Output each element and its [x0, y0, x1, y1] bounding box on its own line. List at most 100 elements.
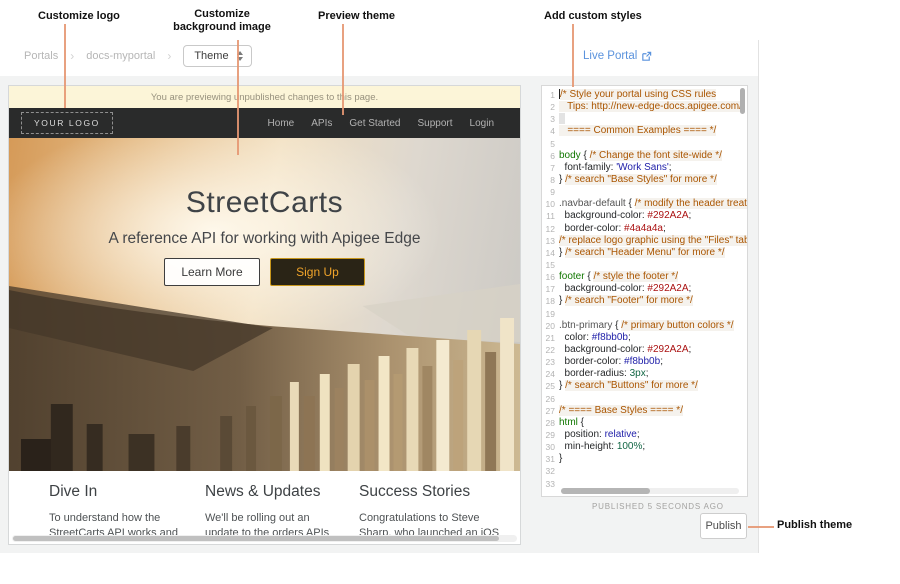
portal-nav-link[interactable]: Support — [418, 118, 453, 129]
code-line[interactable]: 18} /* search "Footer" for more */ — [542, 295, 747, 307]
line-number: 11 — [542, 210, 559, 222]
portal-nav-link[interactable]: Login — [470, 118, 494, 129]
breadcrumb: Portals › docs-myportal › Theme — [24, 44, 252, 68]
code-line[interactable]: 25} /* search "Buttons" for more */ — [542, 380, 747, 392]
code-line[interactable]: 27/* ==== Base Styles ==== */ — [542, 405, 747, 417]
line-number: 31 — [542, 453, 559, 465]
code-line[interactable]: 28html { — [542, 417, 747, 429]
theme-select[interactable]: Theme — [183, 45, 251, 67]
line-number: 17 — [542, 283, 559, 295]
code-line[interactable]: 17 background-color: #292A2A; — [542, 283, 747, 295]
portal-preview-pane[interactable]: You are previewing unpublished changes t… — [8, 85, 521, 545]
code-line[interactable]: 19 — [542, 308, 747, 320]
code-line[interactable]: 24 border-radius: 3px; — [542, 368, 747, 380]
line-number: 33 — [542, 478, 559, 490]
publish-button[interactable]: Publish — [700, 513, 747, 539]
unpublished-changes-banner: You are previewing unpublished changes t… — [9, 86, 520, 108]
learn-more-button[interactable]: Learn More — [164, 258, 260, 286]
callout-line-logo — [64, 24, 66, 108]
annotation-add-custom-styles: Add custom styles — [544, 10, 642, 22]
sign-up-button[interactable]: Sign Up — [270, 258, 365, 286]
line-number: 21 — [542, 332, 559, 344]
code-line[interactable]: 31} — [542, 453, 747, 465]
line-number: 7 — [542, 162, 559, 174]
line-number: 12 — [542, 223, 559, 235]
portal-section: News & UpdatesWe'll be rolling out anupd… — [205, 483, 329, 541]
line-number: 9 — [542, 186, 559, 198]
code-line[interactable]: 5 — [542, 138, 747, 150]
code-line[interactable]: 32 — [542, 465, 747, 477]
preview-horizontal-scrollbar[interactable] — [12, 535, 517, 542]
css-code-editor[interactable]: 1/* Style your portal using CSS rules2 T… — [541, 85, 748, 497]
code-line[interactable]: 22 background-color: #292A2A; — [542, 344, 747, 356]
code-line[interactable]: 1/* Style your portal using CSS rules — [542, 89, 747, 101]
editor-scrollbar-thumb[interactable] — [561, 488, 650, 494]
breadcrumb-separator-icon: › — [70, 49, 74, 63]
code-line[interactable]: 2 Tips: http://new-edge-docs.apigee.com/ — [542, 101, 747, 113]
portal-section: Success StoriesCongratulations to SteveS… — [359, 483, 499, 541]
line-number: 27 — [542, 405, 559, 417]
annotation-publish-theme: Publish theme — [777, 519, 852, 531]
theme-editor-page: Customize logo Customize background imag… — [0, 0, 900, 584]
breadcrumb-portal-name[interactable]: docs-myportal — [86, 50, 155, 62]
line-number: 28 — [542, 417, 559, 429]
code-line[interactable]: 30 min-height: 100%; — [542, 441, 747, 453]
portal-navbar: YOUR LOGO Home APIs Get Started Support Logi… — [9, 108, 520, 138]
callout-line-preview — [342, 24, 344, 115]
line-number: 3 — [542, 113, 559, 125]
line-number: 10 — [542, 198, 559, 210]
code-line[interactable]: 26 — [542, 393, 747, 405]
external-link-icon — [641, 51, 652, 62]
preview-scrollbar-thumb[interactable] — [13, 536, 499, 541]
code-line[interactable]: 20.btn-primary { /* primary button color… — [542, 320, 747, 332]
city-skyline-image — [9, 256, 520, 471]
panel-divider — [758, 40, 759, 553]
code-line[interactable]: 7 font-family: 'Work Sans'; — [542, 162, 747, 174]
code-line[interactable]: 9 — [542, 186, 747, 198]
callout-line-publish — [748, 526, 774, 528]
line-number: 23 — [542, 356, 559, 368]
live-portal-link[interactable]: Live Portal — [583, 50, 652, 62]
banner-text: You are previewing unpublished changes t… — [151, 92, 378, 103]
portal-subtitle: A reference API for working with Apigee … — [9, 230, 520, 248]
line-number: 2 — [542, 101, 559, 113]
portal-nav-link[interactable]: Get Started — [349, 118, 400, 129]
callout-line-background — [237, 40, 239, 155]
portal-nav-link[interactable]: APIs — [311, 118, 332, 129]
line-number: 4 — [542, 125, 559, 137]
portal-section-heading: Success Stories — [359, 483, 499, 501]
line-number: 24 — [542, 368, 559, 380]
editor-horizontal-scrollbar[interactable] — [561, 488, 739, 494]
line-number: 18 — [542, 295, 559, 307]
published-status: PUBLISHED 5 SECONDS AGO — [592, 502, 724, 511]
line-number: 15 — [542, 259, 559, 271]
code-line[interactable]: 3 — [542, 113, 747, 125]
code-line[interactable]: 8} /* search "Base Styles" for more */ — [542, 174, 747, 186]
code-line[interactable]: 23 border-color: #f8bb0b; — [542, 356, 747, 368]
code-line[interactable]: 11 background-color: #292A2A; — [542, 210, 747, 222]
code-line[interactable]: 21 color: #f8bb0b; — [542, 332, 747, 344]
editor-vertical-scrollbar-thumb[interactable] — [740, 88, 745, 114]
portal-nav-link[interactable]: Home — [268, 118, 295, 129]
line-number: 26 — [542, 393, 559, 405]
code-line[interactable]: 16footer { /* style the footer */ — [542, 271, 747, 283]
annotation-customize-background: Customize background image — [152, 8, 292, 34]
code-line[interactable]: 12 border-color: #4a4a4a; — [542, 223, 747, 235]
code-line[interactable]: 4 ==== Common Examples ==== */ — [542, 125, 747, 137]
line-number: 1 — [542, 89, 559, 101]
callout-line-styles — [572, 24, 574, 87]
code-line[interactable]: 10.navbar-default { /* modify the header… — [542, 198, 747, 210]
code-line[interactable]: 13/* replace logo graphic using the "Fil… — [542, 235, 747, 247]
code-line[interactable]: 6body { /* Change the font site-wide */ — [542, 150, 747, 162]
line-number: 22 — [542, 344, 559, 356]
code-lines[interactable]: 1/* Style your portal using CSS rules2 T… — [542, 89, 747, 490]
portal-nav-links: Home APIs Get Started Support Login — [268, 118, 494, 129]
code-line[interactable]: 14} /* search "Header Menu" for more */ — [542, 247, 747, 259]
code-line[interactable]: 29 position: relative; — [542, 429, 747, 441]
portal-logo-placeholder[interactable]: YOUR LOGO — [21, 112, 113, 134]
breadcrumb-separator-icon: › — [167, 49, 171, 63]
line-number: 8 — [542, 174, 559, 186]
code-line[interactable]: 15 — [542, 259, 747, 271]
line-number: 5 — [542, 138, 559, 150]
breadcrumb-portals[interactable]: Portals — [24, 50, 58, 62]
